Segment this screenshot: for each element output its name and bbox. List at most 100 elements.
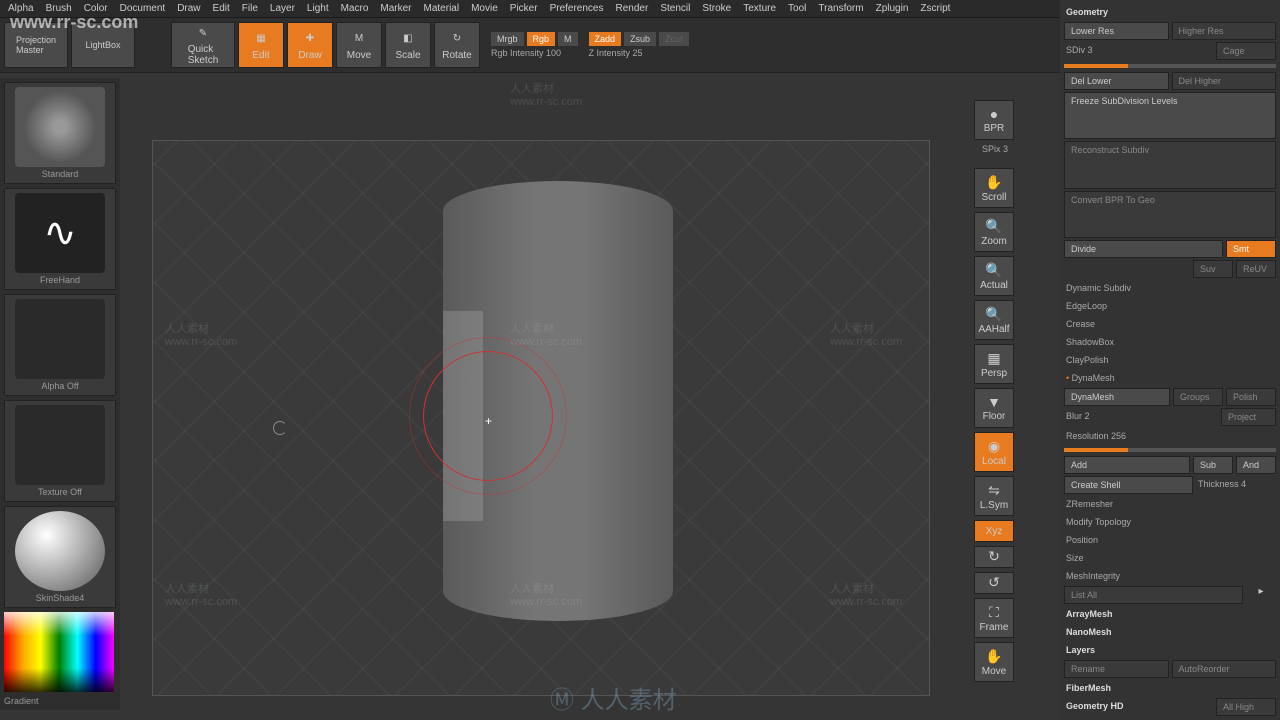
- brush-selector[interactable]: Standard: [4, 82, 116, 184]
- menu-stroke[interactable]: Stroke: [702, 3, 731, 14]
- fibermesh-header[interactable]: FiberMesh: [1064, 680, 1276, 696]
- move-button[interactable]: MMove: [336, 22, 382, 68]
- menu-edit[interactable]: Edit: [213, 3, 230, 14]
- lower-res-button[interactable]: Lower Res: [1064, 22, 1169, 40]
- meshintegrity-header[interactable]: MeshIntegrity: [1064, 568, 1276, 584]
- projection-master-button[interactable]: Projection Master: [4, 22, 68, 68]
- crease-header[interactable]: Crease: [1064, 316, 1276, 332]
- quick-sketch-button[interactable]: ✎Quick Sketch: [171, 22, 235, 68]
- modify-topology-header[interactable]: Modify Topology: [1064, 514, 1276, 530]
- actual-button[interactable]: 🔍Actual: [974, 256, 1014, 296]
- persp-button[interactable]: ▦Persp: [974, 344, 1014, 384]
- z-intensity-slider[interactable]: Z Intensity 25: [589, 48, 689, 58]
- resolution-slider-bar[interactable]: [1064, 448, 1276, 452]
- claypolish-header[interactable]: ClayPolish: [1064, 352, 1276, 368]
- sdiv-slider[interactable]: SDiv 3: [1064, 42, 1213, 60]
- arraymesh-header[interactable]: ArrayMesh: [1064, 606, 1276, 622]
- local-button[interactable]: ◉Local: [974, 432, 1014, 472]
- freeze-subdiv-button[interactable]: Freeze SubDivision Levels: [1064, 92, 1276, 139]
- groups-button[interactable]: Groups: [1173, 388, 1223, 406]
- position-header[interactable]: Position: [1064, 532, 1276, 548]
- edgeloop-header[interactable]: EdgeLoop: [1064, 298, 1276, 314]
- rename-button[interactable]: Rename: [1064, 660, 1169, 678]
- move-hand-button[interactable]: ✋Move: [974, 642, 1014, 682]
- nanomesh-header[interactable]: NanoMesh: [1064, 624, 1276, 640]
- menu-material[interactable]: Material: [424, 3, 460, 14]
- edit-button[interactable]: ▦Edit: [238, 22, 284, 68]
- menu-stencil[interactable]: Stencil: [660, 3, 690, 14]
- menu-brush[interactable]: Brush: [46, 3, 72, 14]
- bpr-button[interactable]: ●BPR: [974, 100, 1014, 140]
- rotate-button[interactable]: ↻Rotate: [434, 22, 480, 68]
- xyz-button[interactable]: Xyz: [974, 520, 1014, 542]
- list-all-button[interactable]: List All: [1064, 586, 1243, 604]
- arrow-icon[interactable]: ▸: [1246, 586, 1276, 604]
- zremesher-header[interactable]: ZRemesher: [1064, 496, 1276, 512]
- alpha-selector[interactable]: Alpha Off: [4, 294, 116, 396]
- spix-label[interactable]: SPix 3: [974, 144, 1016, 154]
- zsub-button[interactable]: Zsub: [624, 32, 656, 46]
- cage-button[interactable]: Cage: [1216, 42, 1276, 60]
- menu-transform[interactable]: Transform: [818, 3, 863, 14]
- aahalf-button[interactable]: 🔍AAHalf: [974, 300, 1014, 340]
- create-shell-button[interactable]: Create Shell: [1064, 476, 1193, 494]
- sdiv-slider-bar[interactable]: [1064, 64, 1276, 68]
- resolution-slider[interactable]: Resolution 256: [1064, 428, 1276, 444]
- menu-texture[interactable]: Texture: [743, 3, 776, 14]
- menu-movie[interactable]: Movie: [471, 3, 498, 14]
- geometry-header[interactable]: Geometry: [1064, 4, 1276, 20]
- menu-zscript[interactable]: Zscript: [920, 3, 950, 14]
- draw-button[interactable]: ✚Draw: [287, 22, 333, 68]
- menu-preferences[interactable]: Preferences: [550, 3, 604, 14]
- dynamic-subdiv-header[interactable]: Dynamic Subdiv: [1064, 280, 1276, 296]
- smt-button[interactable]: Smt: [1226, 240, 1276, 258]
- stroke-selector[interactable]: ∿ FreeHand: [4, 188, 116, 290]
- rgb-intensity-slider[interactable]: Rgb Intensity 100: [491, 48, 578, 58]
- color-picker[interactable]: [4, 612, 114, 692]
- gradient-label[interactable]: Gradient: [4, 696, 116, 706]
- zoom-button[interactable]: 🔍Zoom: [974, 212, 1014, 252]
- texture-selector[interactable]: Texture Off: [4, 400, 116, 502]
- menu-light[interactable]: Light: [307, 3, 329, 14]
- suv-button[interactable]: Suv: [1193, 260, 1233, 278]
- polish-button[interactable]: Polish: [1226, 388, 1276, 406]
- menu-marker[interactable]: Marker: [380, 3, 411, 14]
- viewport[interactable]: +: [152, 140, 930, 696]
- rot-icon-button[interactable]: ↻: [974, 546, 1014, 568]
- blur-slider[interactable]: Blur 2: [1064, 408, 1218, 426]
- convert-bpr-button[interactable]: Convert BPR To Geo: [1064, 191, 1276, 238]
- menu-file[interactable]: File: [242, 3, 258, 14]
- thickness-slider[interactable]: Thickness 4: [1196, 476, 1276, 494]
- menu-document[interactable]: Document: [120, 3, 166, 14]
- reuv-button[interactable]: ReUV: [1236, 260, 1276, 278]
- menu-draw[interactable]: Draw: [177, 3, 200, 14]
- material-selector[interactable]: SkinShade4: [4, 506, 116, 608]
- add-button[interactable]: Add: [1064, 456, 1190, 474]
- menu-zplugin[interactable]: Zplugin: [876, 3, 909, 14]
- dynamesh-header[interactable]: DynaMesh: [1064, 370, 1276, 386]
- higher-res-button[interactable]: Higher Res: [1172, 22, 1277, 40]
- mrgb-button[interactable]: Mrgb: [491, 32, 524, 46]
- lsym-button[interactable]: ⇋L.Sym: [974, 476, 1014, 516]
- m-button[interactable]: M: [558, 32, 578, 46]
- layers-header[interactable]: Layers: [1064, 642, 1276, 658]
- del-higher-button[interactable]: Del Higher: [1172, 72, 1277, 90]
- menu-tool[interactable]: Tool: [788, 3, 806, 14]
- geometry-hd-header[interactable]: Geometry HD: [1064, 698, 1213, 716]
- size-header[interactable]: Size: [1064, 550, 1276, 566]
- all-high-button[interactable]: All High: [1216, 698, 1276, 716]
- menu-color[interactable]: Color: [84, 3, 108, 14]
- project-button[interactable]: Project: [1221, 408, 1276, 426]
- menu-macro[interactable]: Macro: [341, 3, 369, 14]
- lightbox-button[interactable]: LightBox: [71, 22, 135, 68]
- zadd-button[interactable]: Zadd: [589, 32, 622, 46]
- sub-button[interactable]: Sub: [1193, 456, 1233, 474]
- shadowbox-header[interactable]: ShadowBox: [1064, 334, 1276, 350]
- rot2-icon-button[interactable]: ↺: [974, 572, 1014, 594]
- menu-render[interactable]: Render: [616, 3, 649, 14]
- frame-button[interactable]: ⛶Frame: [974, 598, 1014, 638]
- menu-layer[interactable]: Layer: [270, 3, 295, 14]
- floor-button[interactable]: ▼Floor: [974, 388, 1014, 428]
- autoreorder-button[interactable]: AutoReorder: [1172, 660, 1277, 678]
- divide-button[interactable]: Divide: [1064, 240, 1223, 258]
